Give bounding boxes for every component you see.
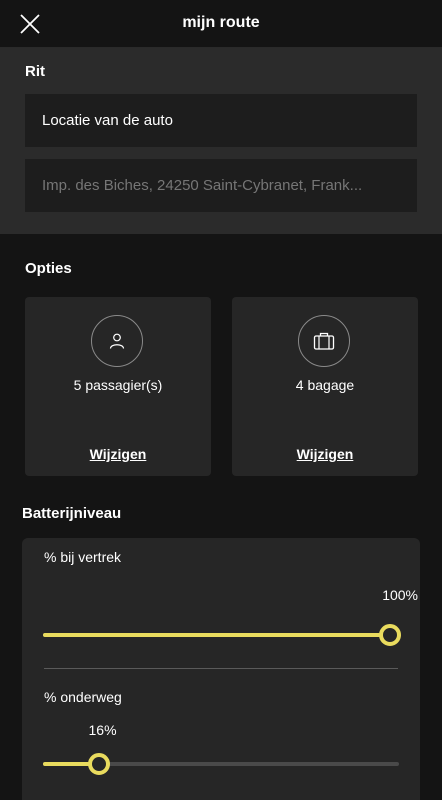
header-bar: mijn route [0, 0, 442, 48]
passengers-card: 5 passagier(s) Wijzigen [25, 297, 211, 476]
suitcase-icon [313, 332, 335, 350]
en-route-value: 16% [88, 722, 117, 738]
en-route-label: % onderweg [44, 689, 122, 705]
departure-slider[interactable] [43, 624, 401, 646]
address-input-text: Imp. des Biches, 24250 Saint-Cybranet, F… [42, 177, 363, 194]
car-location-field[interactable]: Locatie van de auto [25, 94, 417, 147]
battery-heading: Batterijniveau [22, 505, 122, 522]
address-input[interactable]: Imp. des Biches, 24250 Saint-Cybranet, F… [25, 159, 417, 212]
luggage-card: 4 bagage Wijzigen [232, 297, 418, 476]
person-icon [109, 333, 125, 349]
en-route-slider[interactable] [43, 753, 399, 775]
passengers-count: 5 passagier(s) [73, 377, 163, 393]
luggage-count: 4 bagage [295, 377, 355, 393]
rit-heading: Rit [25, 63, 45, 80]
options-heading: Opties [25, 260, 72, 277]
car-location-text: Locatie van de auto [42, 112, 173, 129]
slider-divider [44, 668, 398, 669]
rit-section: Rit Locatie van de auto Imp. des Biches,… [0, 48, 442, 234]
page-title: mijn route [182, 14, 260, 31]
luggage-icon-circle [298, 315, 350, 367]
passengers-edit-link[interactable]: Wijzigen [25, 446, 211, 462]
departure-slider-thumb[interactable] [379, 624, 401, 646]
departure-label: % bij vertrek [44, 549, 122, 565]
en-route-slider-thumb[interactable] [87, 753, 110, 775]
passengers-icon-circle [91, 315, 143, 367]
battery-card: % bij vertrek 100% % onderweg 16% [22, 538, 420, 800]
departure-value: 100% [382, 587, 418, 603]
departure-slider-fill [43, 633, 390, 637]
luggage-edit-link[interactable]: Wijzigen [232, 446, 418, 462]
